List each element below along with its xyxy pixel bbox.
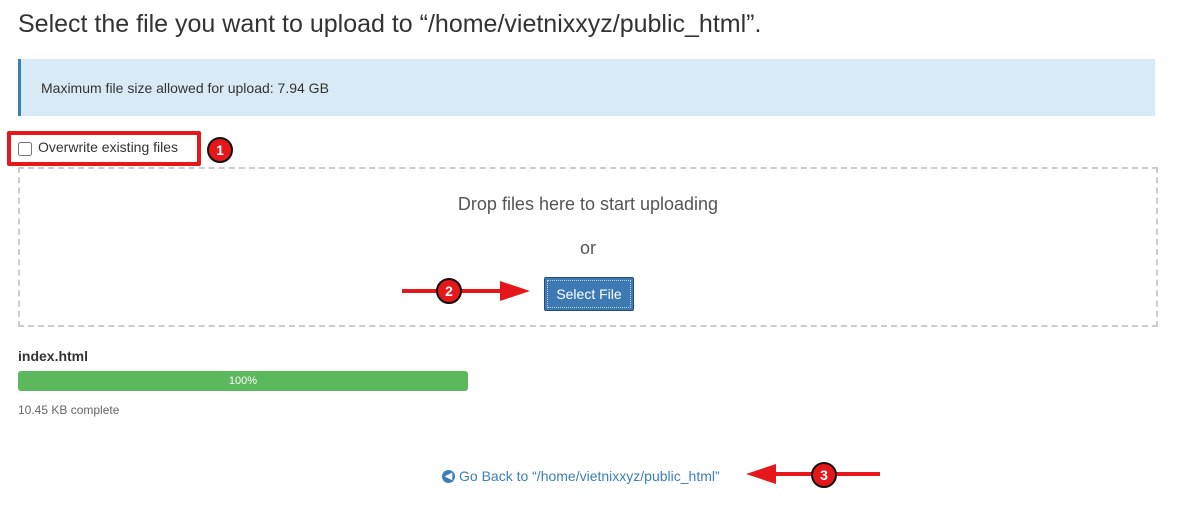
upload-progress-fill: 100%	[18, 371, 468, 391]
drop-zone[interactable]: Drop files here to start uploading or Se…	[18, 167, 1158, 327]
upload-page: Select the file you want to upload to “/…	[0, 0, 1178, 515]
uploaded-file-name: index.html	[18, 348, 89, 364]
overwrite-label: Overwrite existing files	[38, 139, 179, 155]
arrow-left-circle-icon: ◀	[442, 469, 455, 483]
select-file-button[interactable]: Select File	[544, 277, 634, 311]
annotation-badge-3: 3	[811, 462, 837, 488]
drop-zone-text: Drop files here to start uploading	[457, 194, 719, 214]
annotation-arrow-head-3	[746, 464, 776, 484]
go-back-link[interactable]: ◀ Go Back to “/home/vietnixxyz/public_ht…	[442, 468, 720, 484]
annotation-badge-1: 1	[207, 137, 233, 163]
info-alert: Maximum file size allowed for upload: 7.…	[18, 59, 1155, 116]
overwrite-option[interactable]: Overwrite existing files	[18, 139, 179, 156]
annotation-badge-2: 2	[436, 278, 462, 304]
max-file-size-text: Maximum file size allowed for upload: 7.…	[41, 79, 329, 96]
upload-progress-label: 100%	[228, 375, 258, 387]
drop-zone-or-text: or	[579, 238, 596, 258]
annotation-arrow-head-2	[500, 281, 530, 301]
upload-progress-bar: 100%	[18, 371, 468, 391]
go-back-link-label: Go Back to “/home/vietnixxyz/public_html…	[459, 468, 720, 484]
upload-status-text: 10.45 KB complete	[18, 403, 120, 417]
page-title: Select the file you want to upload to “/…	[18, 10, 762, 38]
overwrite-checkbox[interactable]	[18, 142, 32, 156]
